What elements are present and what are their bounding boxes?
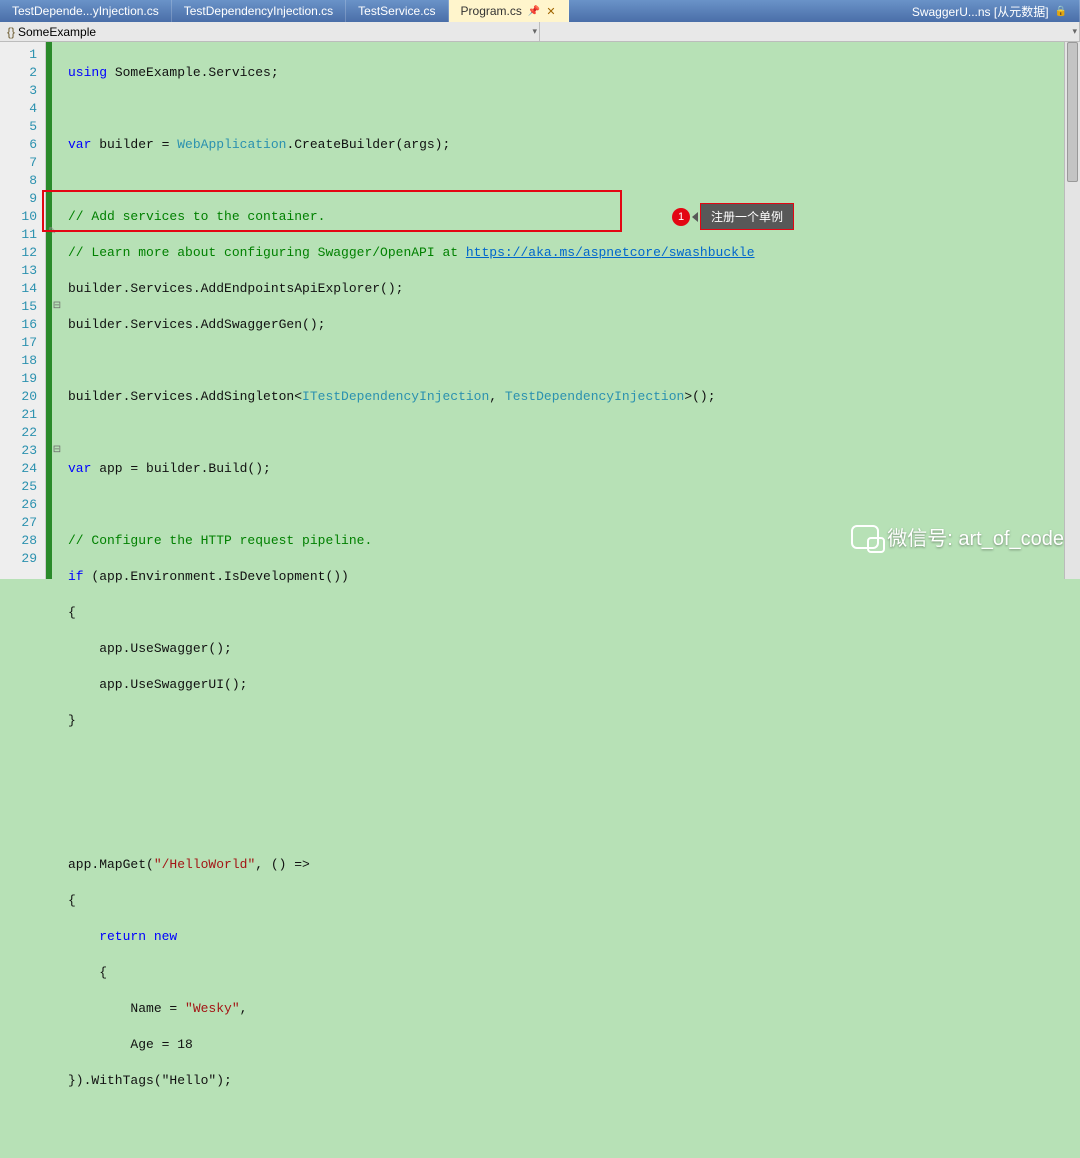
wechat-icon — [851, 525, 879, 549]
annotation-callout: 1 注册一个单例 — [672, 203, 794, 230]
scrollbar-thumb[interactable] — [1067, 42, 1078, 182]
namespace-dropdown[interactable]: {} SomeExample ▾ — [0, 22, 540, 41]
lock-icon: 🔒 — [1055, 6, 1067, 17]
swagger-link[interactable]: https://aka.ms/aspnetcore/swashbuckle — [466, 245, 755, 260]
tab-active-program[interactable]: Program.cs 📌 ✕ — [449, 0, 569, 22]
code-line: // Add services to the container. — [68, 208, 1074, 226]
line-number-gutter: 1234567891011121314151617181920212223242… — [0, 42, 46, 579]
code-line: app.MapGet("/HelloWorld", () => — [68, 856, 1074, 874]
fold-gutter[interactable]: ⊟⊟ — [52, 42, 62, 579]
arrow-left-icon — [692, 212, 698, 222]
watermark: 微信号: art_of_code — [851, 522, 1064, 551]
vertical-scrollbar[interactable] — [1064, 42, 1080, 579]
pin-icon[interactable]: 📌 — [528, 6, 540, 17]
code-line: if (app.Environment.IsDevelopment()) — [68, 568, 1074, 586]
code-line: return new — [68, 928, 1074, 946]
code-area[interactable]: using SomeExample.Services; var builder … — [62, 42, 1080, 579]
code-line: { — [68, 604, 1074, 622]
edit-marker-icon: ✎ — [48, 226, 56, 238]
code-line: var builder = WebApplication.CreateBuild… — [68, 136, 1074, 154]
code-line: } — [68, 712, 1074, 730]
code-line: Name = "Wesky", — [68, 1000, 1074, 1018]
code-line: builder.Services.AddEndpointsApiExplorer… — [68, 280, 1074, 298]
code-line: var app = builder.Build(); — [68, 460, 1074, 478]
code-line: { — [68, 892, 1074, 910]
close-tab-icon[interactable]: ✕ — [546, 5, 555, 18]
tab-spacer — [569, 0, 900, 22]
code-line: { — [68, 964, 1074, 982]
code-line: app.UseSwagger(); — [68, 640, 1074, 658]
code-line: builder.Services.AddSingleton<ITestDepen… — [68, 388, 1074, 406]
code-line: Age = 18 — [68, 1036, 1074, 1054]
code-line: builder.Services.AddSwaggerGen(); — [68, 316, 1074, 334]
tab-file-1[interactable]: TestDepende...yInjection.cs — [0, 0, 172, 22]
code-line: app.UseSwaggerUI(); — [68, 676, 1074, 694]
code-line: }).WithTags("Hello"); — [68, 1072, 1074, 1090]
code-editor[interactable]: 1234567891011121314151617181920212223242… — [0, 42, 1080, 579]
tab-bar: TestDepende...yInjection.cs TestDependen… — [0, 0, 1080, 22]
tab-file-2[interactable]: TestDependencyInjection.cs — [172, 0, 346, 22]
chevron-down-icon[interactable]: ▾ — [532, 26, 537, 37]
code-line: using SomeExample.Services; — [68, 64, 1074, 82]
member-dropdown[interactable]: ▾ — [540, 22, 1080, 41]
annotation-number: 1 — [672, 208, 690, 226]
code-line: // Learn more about configuring Swagger/… — [68, 244, 1074, 262]
annotation-tip: 注册一个单例 — [700, 203, 794, 230]
tab-file-3[interactable]: TestService.cs — [346, 0, 448, 22]
tab-far-swagger[interactable]: SwaggerU...ns [从元数据] 🔒 — [900, 0, 1080, 22]
namespace-icon: {} — [4, 25, 18, 39]
nav-bar: {} SomeExample ▾ ▾ — [0, 22, 1080, 42]
chevron-down-icon[interactable]: ▾ — [1072, 26, 1077, 37]
